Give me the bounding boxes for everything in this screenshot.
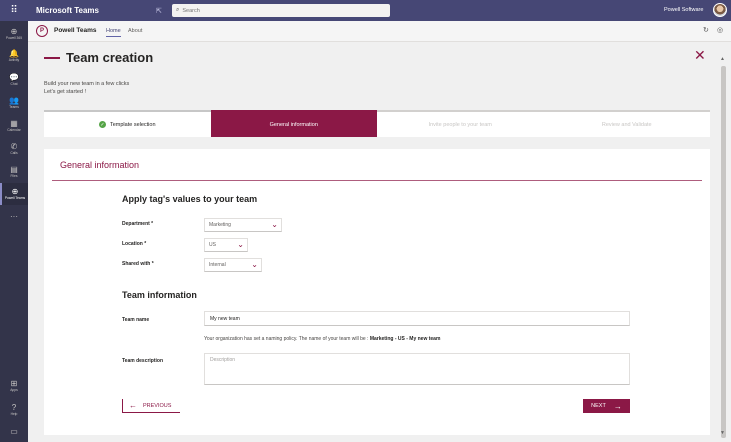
chevron-down-icon: ⌄ — [271, 220, 278, 229]
files-icon: ▤ — [10, 165, 18, 174]
department-dropdown[interactable]: Marketing ⌄ — [204, 218, 282, 232]
team-description-input[interactable] — [204, 353, 630, 385]
search-icon: ⌕ — [176, 7, 180, 13]
step-template-selection[interactable]: ✓ Template selection — [44, 110, 211, 137]
next-button[interactable]: NEXT → — [583, 399, 630, 413]
apps-icon: ⊞ — [10, 379, 18, 388]
search-box[interactable]: ⌕ — [172, 4, 390, 17]
scroll-down-icon[interactable]: ▼ — [720, 430, 725, 436]
location-label: Location * — [122, 241, 147, 247]
powell-logo-icon: P — [36, 25, 48, 37]
tab-home[interactable]: Home — [106, 28, 121, 37]
close-icon[interactable]: ✕ — [694, 48, 706, 62]
step-invite-people: Invite people to your team — [428, 121, 492, 128]
naming-policy-value: Marketing - US - My new team — [369, 336, 441, 342]
phone-icon: ✆ — [10, 142, 18, 151]
app-name: Powell Teams — [54, 27, 97, 34]
location-dropdown[interactable]: US ⌄ — [204, 238, 248, 252]
chevron-down-icon: ⌄ — [251, 260, 258, 269]
naming-policy-text: Your organization has set a naming polic… — [204, 336, 441, 342]
rail-item-powell365[interactable]: ⊕ Powell 365 — [0, 23, 28, 45]
title-accent — [44, 57, 60, 59]
rail-item-calls[interactable]: ✆ Calls — [0, 138, 28, 160]
rail-item-teams[interactable]: 👥 Teams — [0, 92, 28, 114]
arrow-left-icon: ← — [129, 401, 137, 410]
scroll-up-icon[interactable]: ▲ — [720, 56, 725, 62]
app-header: P Powell Teams Home About ↻ ◎ — [28, 21, 731, 42]
rail-item-more[interactable]: ··· — [0, 205, 28, 227]
divider — [52, 180, 702, 181]
team-description-label: Team description — [122, 358, 164, 364]
page-title: Team creation — [66, 50, 154, 65]
location-value: US — [209, 242, 216, 248]
shared-with-label: Shared with * — [122, 261, 154, 267]
rail-item-activity[interactable]: 🔔 Activity — [0, 45, 28, 67]
rail-item-powell-teams[interactable]: ⊕ Powell Teams — [0, 183, 28, 205]
scroll-thumb[interactable] — [721, 66, 726, 438]
powell-icon: ⊕ — [10, 27, 18, 36]
shared-with-value: Internal — [209, 262, 226, 268]
app-title: Microsoft Teams — [36, 6, 99, 15]
refresh-icon[interactable]: ↻ — [703, 26, 709, 34]
team-name-input[interactable] — [204, 311, 630, 326]
rail-item-help[interactable]: ? Help — [0, 399, 28, 421]
avatar[interactable] — [713, 3, 727, 17]
rail-item-chat[interactable]: 💬 Chat — [0, 69, 28, 91]
rail-item-calendar[interactable]: ▦ Calendar — [0, 115, 28, 137]
team-info-heading: Team information — [122, 290, 197, 300]
calendar-icon: ▦ — [10, 119, 18, 128]
general-information-panel: General information Apply tag's values t… — [44, 149, 710, 435]
org-name[interactable]: Powell Software — [664, 7, 703, 13]
intro-text: Build your new team in a few clicks — [44, 81, 130, 87]
rail-item-apps[interactable]: ⊞ Apps — [0, 375, 28, 397]
shared-with-dropdown[interactable]: Internal ⌄ — [204, 258, 262, 272]
team-name-label: Team name — [122, 317, 150, 323]
scrollbar[interactable]: ▲ ▼ — [717, 42, 731, 442]
device-icon: ▭ — [10, 426, 18, 436]
intro-text-2: Let's get started ! — [44, 89, 87, 95]
rail-item-files[interactable]: ▤ Files — [0, 161, 28, 183]
arrow-right-icon: → — [613, 401, 622, 411]
teams-title-bar: ⠿ Microsoft Teams ⇱ ⌕ Powell Software — [0, 0, 731, 21]
teams-icon: 👥 — [9, 96, 19, 105]
more-icon: ··· — [10, 211, 18, 221]
department-value: Marketing — [209, 222, 231, 228]
step-review-validate: Review and Validate — [601, 121, 652, 128]
previous-button[interactable]: ← PREVIOUS — [122, 399, 180, 413]
chat-icon: 💬 — [9, 73, 19, 82]
tab-about[interactable]: About — [128, 28, 142, 34]
globe-icon[interactable]: ◎ — [717, 26, 723, 34]
bell-icon: 🔔 — [9, 49, 19, 58]
panel-title: General information — [60, 160, 140, 170]
search-input[interactable] — [182, 7, 373, 14]
department-label: Department * — [122, 221, 154, 227]
left-rail: ⊕ Powell 365 🔔 Activity 💬 Chat 👥 Teams ▦ Cale… — [0, 21, 28, 442]
powell-teams-icon: ⊕ — [11, 187, 19, 196]
step-general-information[interactable]: General information — [210, 110, 377, 137]
tags-heading: Apply tag's values to your team — [122, 194, 258, 204]
rail-item-device[interactable]: ▭ — [0, 420, 28, 442]
help-icon: ? — [11, 403, 17, 412]
wizard-steps: ✓ Template selection General information … — [44, 110, 710, 137]
main-content: Team creation ✕ Build your new team in a… — [28, 42, 717, 442]
app-launcher-icon[interactable]: ⠿ — [0, 0, 28, 21]
check-circle-icon: ✓ — [98, 121, 106, 128]
chevron-down-icon: ⌄ — [237, 240, 244, 249]
